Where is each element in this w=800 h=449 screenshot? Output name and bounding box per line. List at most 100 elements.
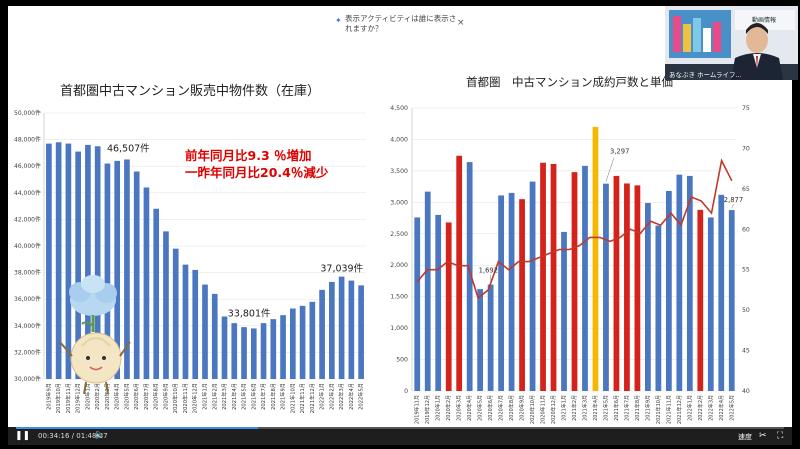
right-y-tick-label: 0 <box>404 388 408 395</box>
left-y-tick-label: 42,000件 <box>14 215 41 223</box>
left-y-tick-label: 48,000件 <box>14 136 41 144</box>
right-x-tick-label: 2020年2月 <box>445 395 452 421</box>
left-bar <box>299 305 306 379</box>
left-bar <box>172 248 179 379</box>
right-bar <box>655 225 662 391</box>
video-control-bar: ❚❚ 00:34:16 / 01:48:37 🔈 速度 ✂ ⛶ <box>8 427 792 445</box>
left-x-tick-label: 2020年12月 <box>191 383 199 413</box>
right-bar <box>414 217 421 391</box>
right-data-label: 1,692 <box>479 267 498 275</box>
right-x-tick-label: 2020年5月 <box>477 395 484 421</box>
scissors-icon[interactable]: ✂ <box>759 431 767 441</box>
left-x-tick-label: 2019年9月 <box>44 383 52 410</box>
right-bar <box>665 191 672 391</box>
left-x-tick-label: 2019年11月 <box>64 383 72 413</box>
right-bar <box>592 126 599 391</box>
right-x-tick-label: 2019年12月 <box>424 395 431 424</box>
left-x-tick-label: 2021年10月 <box>288 383 296 413</box>
left-bar <box>133 171 140 379</box>
left-x-tick-label: 2021年12月 <box>308 383 316 413</box>
right-y2-tick-label: 60 <box>742 226 750 233</box>
right-bar <box>707 217 714 391</box>
right-bar <box>477 289 484 391</box>
right-bar <box>487 284 494 391</box>
left-bar <box>143 187 150 379</box>
left-x-tick-label: 2020年9月 <box>161 383 169 410</box>
annotation-yoy: 前年同月比9.3 ％増加 <box>185 148 312 163</box>
right-x-tick-label: 2020年8月 <box>508 395 515 421</box>
close-icon[interactable]: × <box>457 18 465 28</box>
left-x-tick-label: 2021年6月 <box>249 383 257 410</box>
left-bar <box>250 328 257 379</box>
left-x-tick-label: 2021年7月 <box>259 383 267 410</box>
right-bar <box>435 214 442 391</box>
right-x-tick-label: 2020年9月 <box>519 395 526 421</box>
pause-icon[interactable]: ❚❚ <box>15 431 30 441</box>
left-y-tick-label: 46,000件 <box>14 162 41 170</box>
left-x-tick-label: 2019年12月 <box>74 383 82 413</box>
webcam-caption: あなぶき ホームライフ... <box>669 71 742 79</box>
left-bar <box>163 231 169 379</box>
right-bar <box>582 165 588 391</box>
activity-visibility-popup: ✦ 表示アクティビティは誰に表示さ れますか？ × <box>335 14 475 36</box>
left-x-tick-label: 2020年8月 <box>152 383 160 410</box>
right-x-tick-label: 2021年2月 <box>571 395 578 421</box>
left-bar <box>270 319 277 379</box>
right-x-tick-label: 2020年12月 <box>550 395 557 424</box>
right-y-tick-label: 2,000 <box>390 262 408 269</box>
fullscreen-icon[interactable]: ⛶ <box>777 431 783 441</box>
left-data-label: 46,507件 <box>107 142 150 154</box>
left-data-label: 37,039件 <box>320 262 363 274</box>
left-x-tick-label: 2020年5月 <box>122 383 130 410</box>
left-x-tick-label: 2022年5月 <box>357 383 365 410</box>
left-x-tick-label: 2020年11月 <box>181 383 189 413</box>
right-data-label: 3,297 <box>610 148 629 156</box>
popup-text-line2: れますか？ <box>345 24 383 33</box>
right-bar <box>445 222 452 391</box>
right-x-tick-label: 2020年6月 <box>487 395 494 421</box>
right-x-tick-label: 2021年1月 <box>561 395 568 421</box>
right-bar <box>634 185 641 391</box>
speed-button[interactable]: 速度 <box>738 432 752 442</box>
right-x-tick-label: 2020年1月 <box>435 395 442 421</box>
right-bar <box>624 183 630 391</box>
right-bar <box>519 199 525 391</box>
left-x-tick-label: 2021年2月 <box>210 383 218 410</box>
left-y-tick-label: 40,000件 <box>14 242 41 250</box>
right-x-tick-label: 2022年2月 <box>697 395 704 421</box>
left-x-tick-label: 2020年2月 <box>93 383 101 410</box>
presenter-webcam: 動画情報 あなぶき ホームライフ... <box>665 6 798 80</box>
right-bar <box>718 194 725 391</box>
left-x-tick-label: 2021年5月 <box>240 383 248 410</box>
left-x-tick-label: 2021年9月 <box>279 383 287 410</box>
left-x-tick-label: 2020年6月 <box>132 383 140 410</box>
right-x-tick-label: 2022年5月 <box>728 395 735 421</box>
right-bar <box>498 195 504 391</box>
left-bar <box>192 269 199 379</box>
right-y2-tick-label: 40 <box>742 388 750 395</box>
right-x-tick-label: 2021年3月 <box>581 395 588 421</box>
left-x-tick-label: 2021年3月 <box>220 383 228 410</box>
right-x-tick-label: 2020年4月 <box>466 395 473 421</box>
left-x-tick-label: 2022年1月 <box>318 383 326 410</box>
left-y-tick-label: 38,000件 <box>14 269 41 277</box>
left-bar <box>289 308 296 379</box>
right-x-tick-label: 2020年7月 <box>498 395 505 421</box>
left-x-tick-label: 2021年4月 <box>230 383 238 410</box>
right-bar <box>540 162 546 391</box>
left-y-tick-label: 44,000件 <box>14 189 41 197</box>
left-x-tick-label: 2020年4月 <box>113 383 121 410</box>
left-bar <box>319 289 325 379</box>
left-bar <box>338 276 345 379</box>
current-time: 00:34:16 <box>38 432 70 440</box>
left-bar <box>358 285 364 379</box>
right-bar <box>550 163 557 391</box>
volume-icon[interactable]: 🔈 <box>94 430 105 440</box>
right-x-tick-label: 2020年10月 <box>529 395 536 424</box>
left-bar <box>280 315 286 379</box>
right-y-tick-label: 3,500 <box>390 168 408 175</box>
right-x-tick-label: 2021年8月 <box>634 395 641 421</box>
left-x-tick-label: 2021年11月 <box>298 383 306 413</box>
left-bar <box>221 316 228 379</box>
webcam-screen-text: 動画情報 <box>752 17 777 24</box>
